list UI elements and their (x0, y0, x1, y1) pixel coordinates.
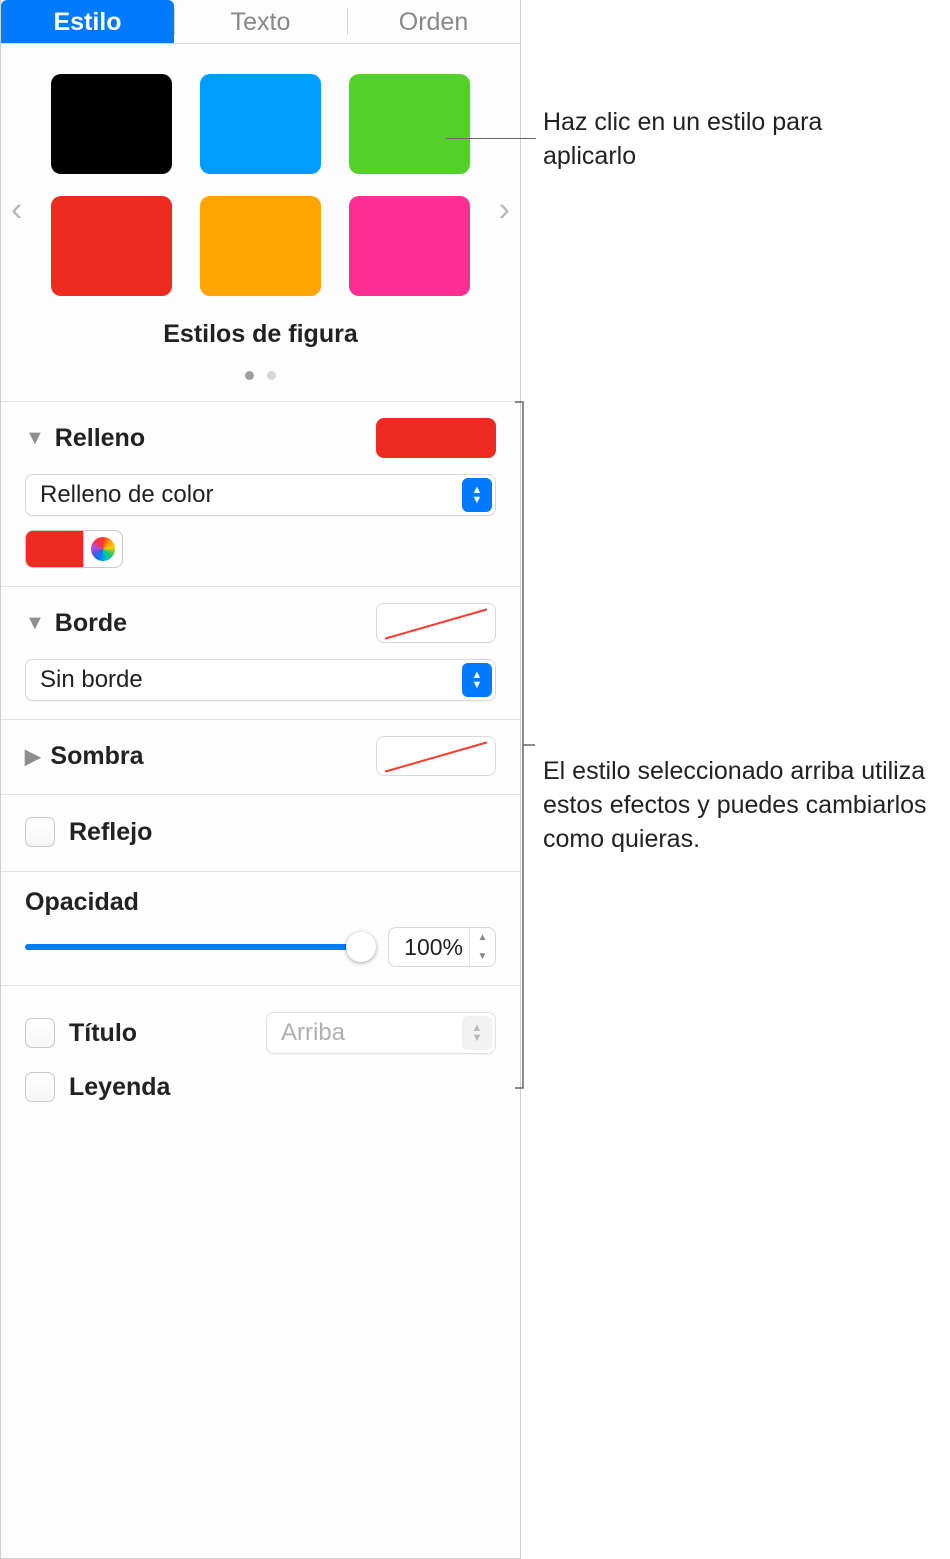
shadow-label: Sombra (50, 742, 143, 771)
fill-label: Relleno (55, 424, 145, 453)
border-label: Borde (55, 609, 127, 638)
chevron-right-icon: ▶ (25, 744, 40, 769)
stepper-down-icon[interactable]: ▼ (470, 947, 495, 966)
page-dot-2[interactable] (267, 371, 276, 380)
fill-color-well[interactable] (376, 418, 496, 458)
section-opacity: Opacidad 100% ▲ ▼ (1, 872, 520, 986)
select-stepper-icon: ▲▼ (462, 478, 492, 512)
color-wheel-icon (91, 537, 115, 561)
callout-leader-line (446, 138, 536, 139)
fill-type-value: Relleno de color (40, 481, 213, 509)
style-swatch-black[interactable] (51, 74, 172, 174)
tab-order[interactable]: Orden (347, 0, 520, 43)
title-label: Título (69, 1019, 137, 1048)
opacity-slider[interactable] (25, 932, 370, 962)
style-swatch-green[interactable] (349, 74, 470, 174)
shadow-disclosure[interactable]: ▶ Sombra (25, 742, 143, 771)
callout-click-style: Haz clic en un estilo para aplicarlo (543, 106, 903, 174)
style-swatch-pink[interactable] (349, 196, 470, 296)
fill-color-swatch[interactable] (25, 530, 83, 568)
fill-color-pair (25, 530, 496, 568)
style-swatches-area: ‹ › Estilos de figura (1, 44, 520, 387)
shadow-none-well[interactable] (376, 736, 496, 776)
styles-next-icon[interactable]: › (495, 180, 514, 239)
reflection-label: Reflejo (69, 818, 152, 847)
styles-prev-icon[interactable]: ‹ (7, 180, 26, 239)
stepper-up-icon[interactable]: ▲ (470, 928, 495, 947)
title-position-select: Arriba ▲▼ (266, 1012, 496, 1054)
tab-style[interactable]: Estilo (1, 0, 174, 43)
callout-bracket (513, 400, 537, 1090)
fill-disclosure[interactable]: ▼ Relleno (25, 424, 145, 453)
select-stepper-icon: ▲▼ (462, 1016, 492, 1050)
slider-thumb[interactable] (346, 932, 376, 962)
style-swatches-caption: Estilos de figura (19, 320, 502, 349)
inspector-tabs: Estilo Texto Orden (1, 0, 520, 44)
fill-type-select[interactable]: Relleno de color ▲▼ (25, 474, 496, 516)
border-type-select[interactable]: Sin borde ▲▼ (25, 659, 496, 701)
border-none-well[interactable] (376, 603, 496, 643)
opacity-stepper[interactable]: ▲ ▼ (469, 928, 495, 966)
tab-text[interactable]: Texto (174, 0, 347, 43)
section-reflection: Reflejo (1, 795, 520, 872)
chevron-down-icon: ▼ (25, 427, 45, 450)
color-wheel-button[interactable] (83, 530, 123, 568)
section-title-legend: Título Arriba ▲▼ Leyenda (1, 986, 520, 1134)
style-page-indicator[interactable] (19, 359, 502, 387)
opacity-label: Opacidad (25, 888, 496, 917)
callout-effects: El estilo seleccionado arriba utiliza es… (543, 755, 943, 856)
section-fill: ▼ Relleno Relleno de color ▲▼ (1, 402, 520, 587)
section-shadow: ▶ Sombra (1, 720, 520, 795)
format-inspector-panel: Estilo Texto Orden ‹ › Estilos de figura… (0, 0, 521, 1559)
section-border: ▼ Borde Sin borde ▲▼ (1, 587, 520, 720)
style-swatch-red[interactable] (51, 196, 172, 296)
style-swatch-orange[interactable] (200, 196, 321, 296)
select-stepper-icon: ▲▼ (462, 663, 492, 697)
reflection-checkbox[interactable] (25, 817, 55, 847)
chevron-down-icon: ▼ (25, 612, 45, 635)
page-dot-1[interactable] (245, 371, 254, 380)
opacity-value: 100% (389, 934, 469, 961)
border-type-value: Sin borde (40, 666, 143, 694)
legend-checkbox[interactable] (25, 1072, 55, 1102)
style-swatch-grid (19, 74, 502, 296)
title-checkbox[interactable] (25, 1018, 55, 1048)
style-swatch-blue[interactable] (200, 74, 321, 174)
legend-label: Leyenda (69, 1073, 170, 1102)
opacity-value-box[interactable]: 100% ▲ ▼ (388, 927, 496, 967)
border-disclosure[interactable]: ▼ Borde (25, 609, 127, 638)
title-position-value: Arriba (281, 1019, 345, 1047)
